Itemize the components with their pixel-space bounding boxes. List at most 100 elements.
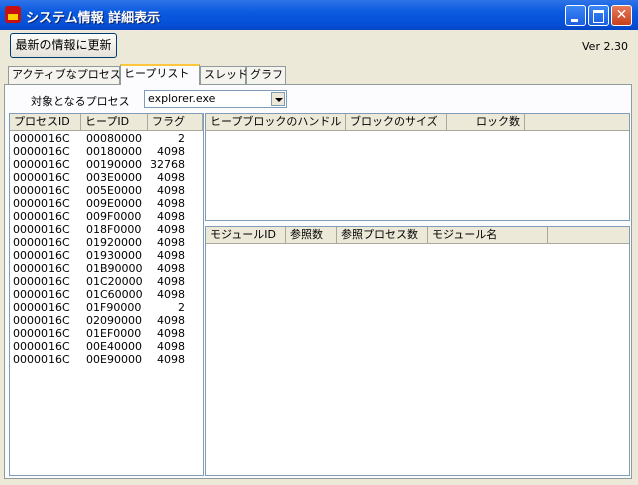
flags-cell: 4098 [157, 353, 185, 366]
process-id-cell: 0000016C [13, 197, 70, 210]
window-title: システム情報 詳細表示 [26, 11, 161, 26]
tab-threads[interactable]: スレッド [200, 66, 248, 84]
table-row[interactable]: 0000016C 00E40000 4098 [10, 340, 200, 353]
process-id-cell: 0000016C [13, 275, 70, 288]
flags-cell: 4098 [157, 171, 185, 184]
flags-cell: 4098 [157, 236, 185, 249]
refresh-button[interactable]: 最新の情報に更新 [10, 33, 117, 58]
heap-id-cell: 00190000 [86, 158, 142, 171]
close-icon: ✕ [615, 7, 628, 23]
tab-active-processes[interactable]: アクティブなプロセス [8, 66, 121, 84]
process-id-cell: 0000016C [13, 314, 70, 327]
heap-id-cell: 00080000 [86, 132, 142, 145]
process-id-cell: 0000016C [13, 340, 70, 353]
system-info-window: システム情報 詳細表示 ✕ 最新の情報に更新 Ver 2.30 アクティブなプロ… [0, 0, 638, 485]
table-row[interactable]: 0000016C 00080000 2 [10, 132, 200, 145]
heap-id-cell: 005E0000 [86, 184, 142, 197]
heap-id-cell: 00E90000 [86, 353, 142, 366]
table-row[interactable]: 0000016C 00E90000 4098 [10, 353, 200, 366]
heap-id-cell: 01C20000 [86, 275, 143, 288]
process-id-cell: 0000016C [13, 288, 70, 301]
heap-id-cell: 009F0000 [86, 210, 142, 223]
maximize-button[interactable] [588, 5, 609, 26]
module-list-view[interactable]: モジュールID 参照数 参照プロセス数 モジュール名 [205, 226, 630, 476]
table-row[interactable]: 0000016C 005E0000 4098 [10, 184, 200, 197]
table-row[interactable]: 0000016C 00180000 4098 [10, 145, 200, 158]
process-id-cell: 0000016C [13, 210, 70, 223]
close-button[interactable]: ✕ [611, 5, 632, 26]
table-row[interactable]: 0000016C 01930000 4098 [10, 249, 200, 262]
tab-heap-list[interactable]: ヒープリスト [120, 64, 200, 85]
tab-graph[interactable]: グラフ [246, 66, 286, 84]
heap-id-cell: 018F0000 [86, 223, 142, 236]
flags-cell: 4098 [157, 145, 185, 158]
column-heap-id[interactable]: ヒープID [81, 114, 148, 130]
target-process-value: explorer.exe [148, 92, 216, 105]
table-row[interactable]: 0000016C 01F90000 2 [10, 301, 200, 314]
heap-id-cell: 01C60000 [86, 288, 143, 301]
column-ref-count[interactable]: 参照数 [286, 227, 337, 243]
heap-block-header: ヒープブロックのハンドル ブロックのサイズ ロック数 [206, 114, 629, 131]
flags-cell: 2 [178, 132, 185, 145]
column-block-size[interactable]: ブロックのサイズ [346, 114, 447, 130]
table-row[interactable]: 0000016C 003E0000 4098 [10, 171, 200, 184]
heap-list-header: プロセスID ヒープID フラグ [10, 114, 203, 131]
title-bar[interactable]: システム情報 詳細表示 ✕ [0, 0, 638, 30]
table-row[interactable]: 0000016C 01C60000 4098 [10, 288, 200, 301]
column-module-name[interactable]: モジュール名 [428, 227, 548, 243]
table-row[interactable]: 0000016C 01EF0000 4098 [10, 327, 200, 340]
chevron-down-icon[interactable] [271, 92, 285, 106]
flags-cell: 4098 [157, 223, 185, 236]
heap-id-cell: 01930000 [86, 249, 142, 262]
table-row[interactable]: 0000016C 01920000 4098 [10, 236, 200, 249]
process-id-cell: 0000016C [13, 145, 70, 158]
table-row[interactable]: 0000016C 01B90000 4098 [10, 262, 200, 275]
flags-cell: 2 [178, 301, 185, 314]
heap-id-cell: 01B90000 [86, 262, 143, 275]
column-process-id[interactable]: プロセスID [10, 114, 81, 130]
flags-cell: 4098 [157, 314, 185, 327]
column-flags[interactable]: フラグ [148, 114, 203, 130]
column-ref-process-count[interactable]: 参照プロセス数 [337, 227, 428, 243]
table-row[interactable]: 0000016C 00190000 32768 [10, 158, 200, 171]
heap-id-cell: 00180000 [86, 145, 142, 158]
process-id-cell: 0000016C [13, 184, 70, 197]
flags-cell: 4098 [157, 197, 185, 210]
column-block-handle[interactable]: ヒープブロックのハンドル [206, 114, 346, 130]
process-id-cell: 0000016C [13, 301, 70, 314]
heap-id-cell: 003E0000 [86, 171, 142, 184]
heap-id-cell: 00E40000 [86, 340, 142, 353]
target-process-select[interactable]: explorer.exe [144, 90, 287, 108]
heap-list-view[interactable]: プロセスID ヒープID フラグ 0000016C 00080000 2 000001… [9, 113, 204, 476]
flags-cell: 4098 [157, 327, 185, 340]
table-row[interactable]: 0000016C 009F0000 4098 [10, 210, 200, 223]
minimize-button[interactable] [565, 5, 586, 26]
heap-id-cell: 02090000 [86, 314, 142, 327]
module-list-header: モジュールID 参照数 参照プロセス数 モジュール名 [206, 227, 629, 244]
process-id-cell: 0000016C [13, 262, 70, 275]
process-id-cell: 0000016C [13, 249, 70, 262]
process-id-cell: 0000016C [13, 132, 70, 145]
table-row[interactable]: 0000016C 02090000 4098 [10, 314, 200, 327]
flags-cell: 4098 [157, 262, 185, 275]
column-module-id[interactable]: モジュールID [206, 227, 286, 243]
heap-id-cell: 01920000 [86, 236, 142, 249]
flags-cell: 32768 [150, 158, 185, 171]
heap-id-cell: 009E0000 [86, 197, 142, 210]
process-id-cell: 0000016C [13, 236, 70, 249]
app-icon [5, 6, 21, 23]
flags-cell: 4098 [157, 184, 185, 197]
column-lock-count[interactable]: ロック数 [447, 114, 525, 130]
flags-cell: 4098 [157, 340, 185, 353]
process-id-cell: 0000016C [13, 158, 70, 171]
heap-id-cell: 01EF0000 [86, 327, 142, 340]
table-row[interactable]: 0000016C 018F0000 4098 [10, 223, 200, 236]
heap-block-list-view[interactable]: ヒープブロックのハンドル ブロックのサイズ ロック数 [205, 113, 630, 221]
table-row[interactable]: 0000016C 01C20000 4098 [10, 275, 200, 288]
process-id-cell: 0000016C [13, 223, 70, 236]
heap-id-cell: 01F90000 [86, 301, 142, 314]
flags-cell: 4098 [157, 275, 185, 288]
process-id-cell: 0000016C [13, 353, 70, 366]
table-row[interactable]: 0000016C 009E0000 4098 [10, 197, 200, 210]
process-id-cell: 0000016C [13, 327, 70, 340]
